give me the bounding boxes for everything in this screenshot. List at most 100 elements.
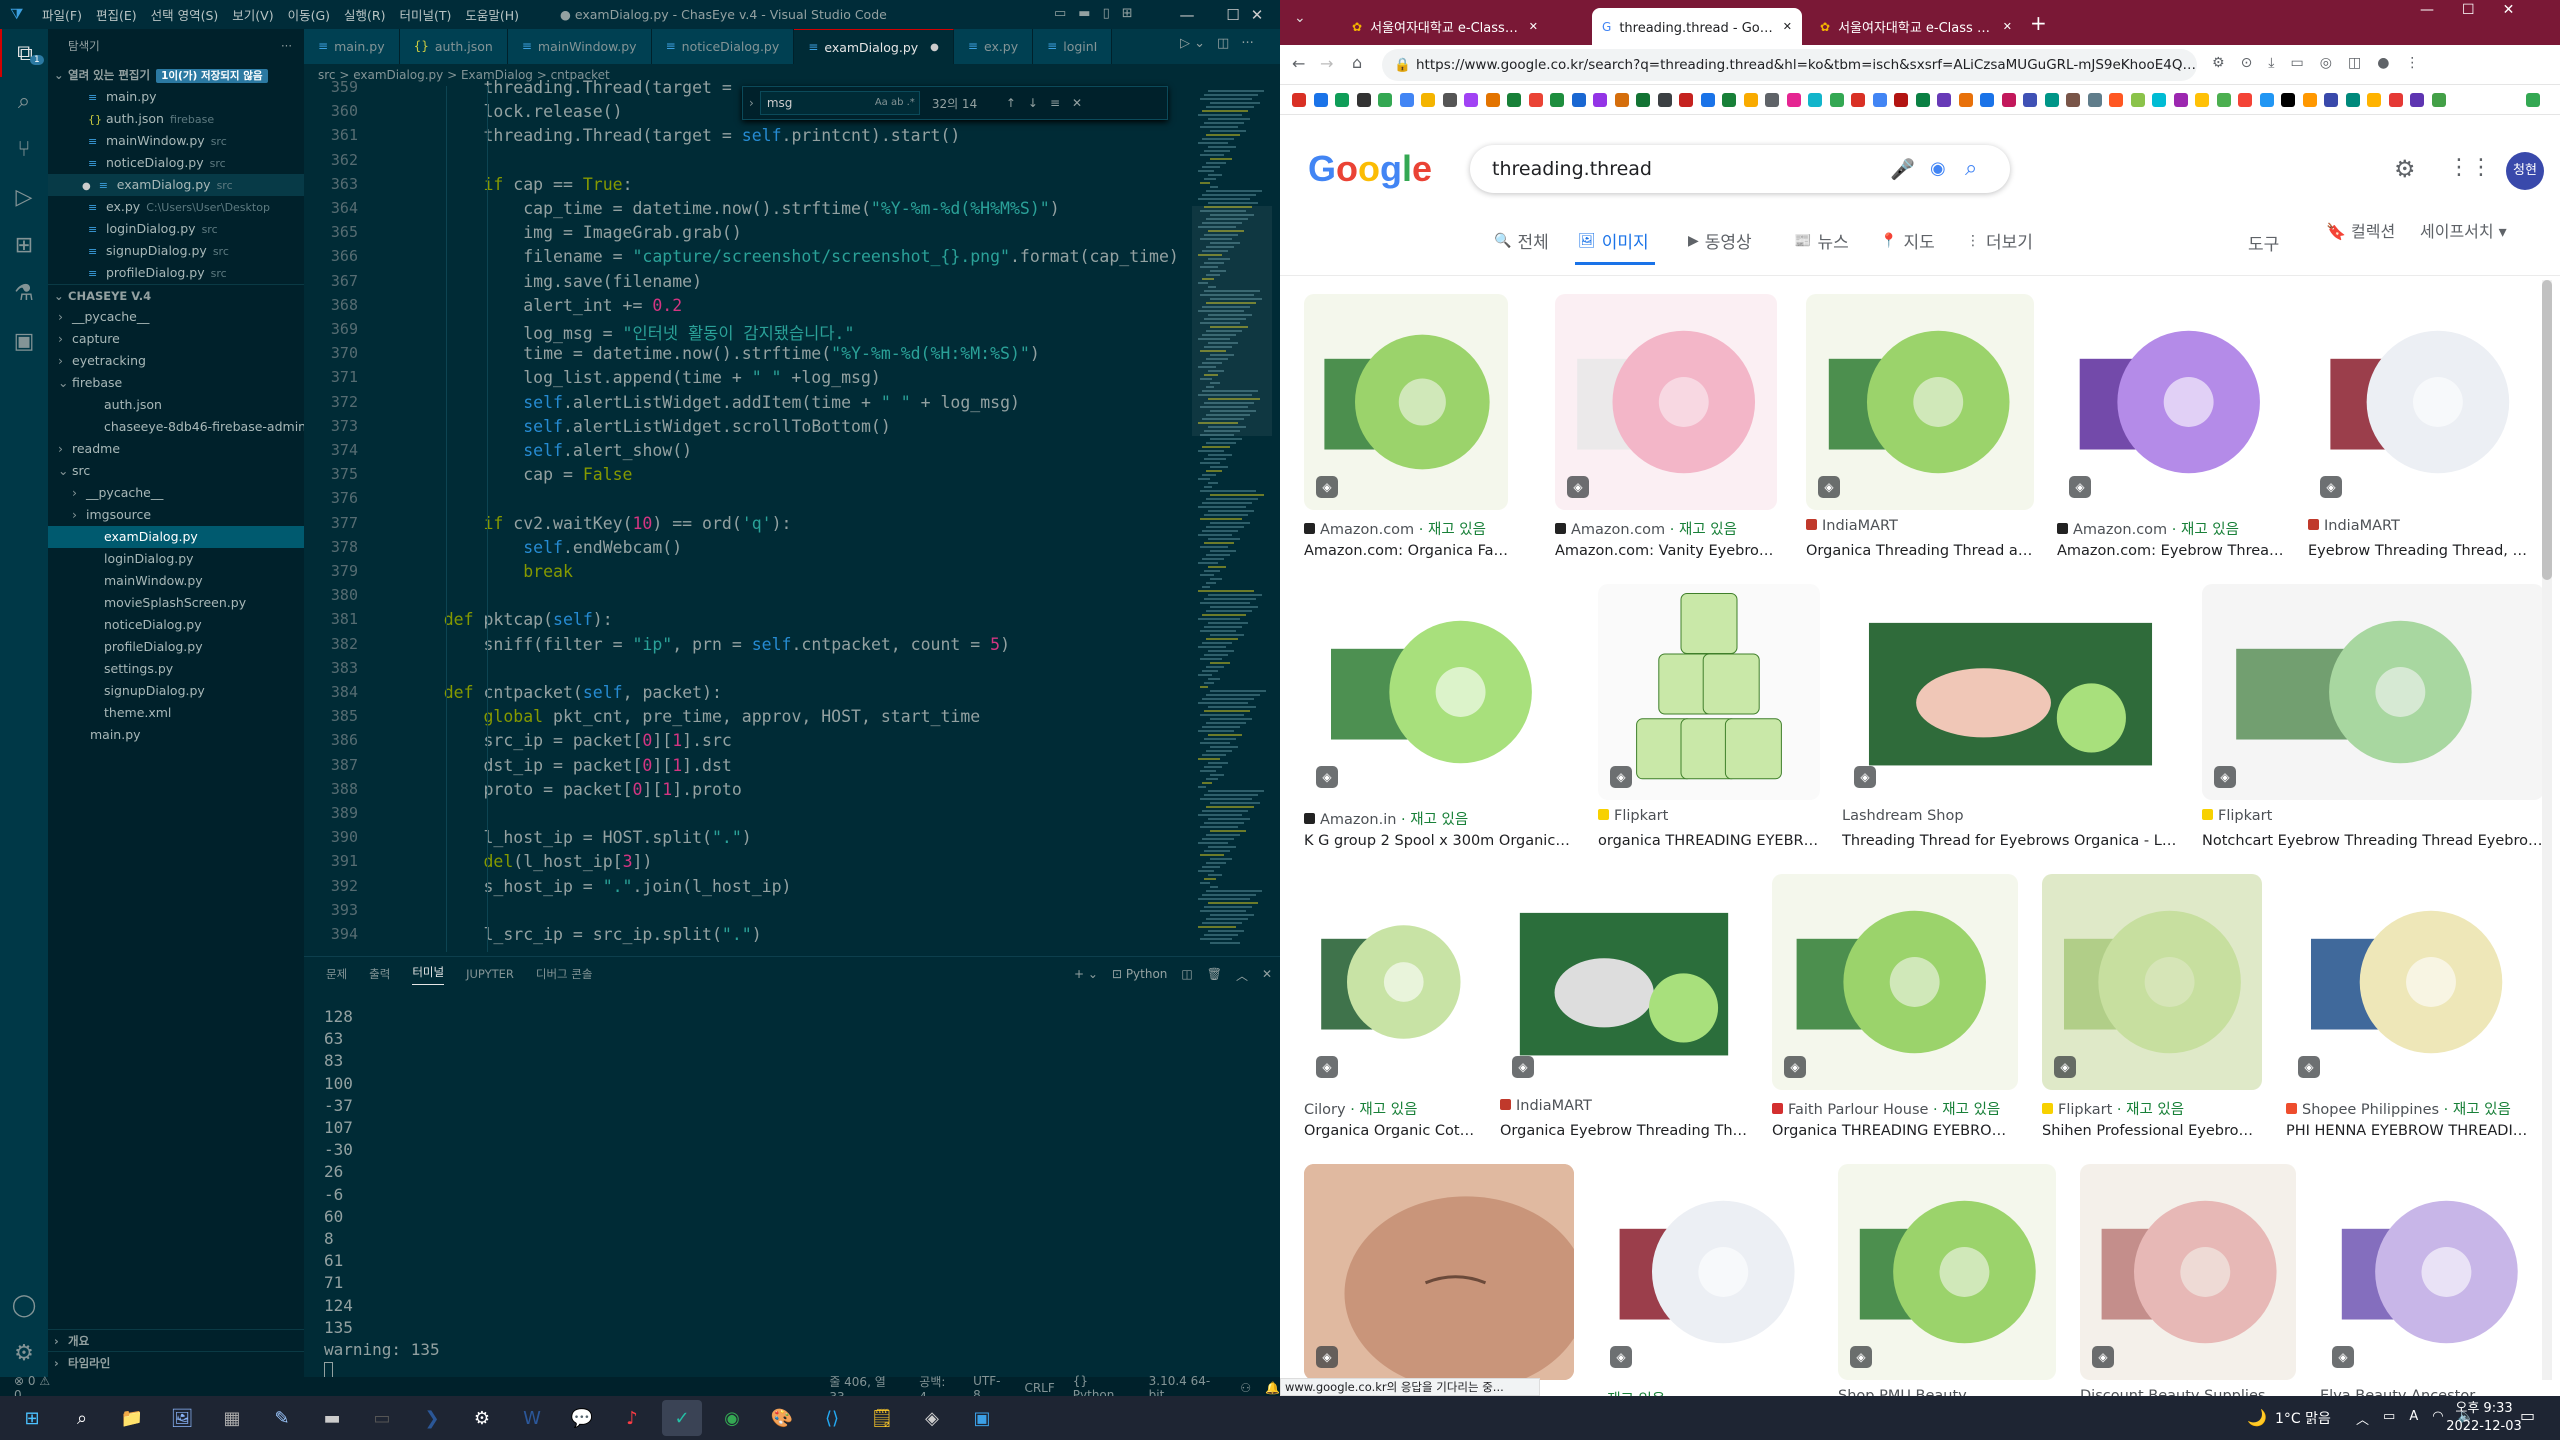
result-thumbnail[interactable]: ◈ [2320,1164,2538,1380]
bookmark-icon[interactable] [2238,93,2252,107]
open-editors-header[interactable]: ⌄ 열려 있는 편집기 1이(가) 저장되지 않음 [48,64,304,86]
chevron-right-icon[interactable]: › [58,350,72,372]
result-thumbnail[interactable]: ◈ [2286,874,2536,1090]
result-source[interactable]: Amazon.in · 재고 있음 [1304,808,1574,829]
notepad-icon[interactable]: ✎ [262,1400,302,1436]
bookmark-icon[interactable] [1894,93,1908,107]
code-line[interactable]: cap = False [404,465,632,484]
code-line[interactable]: log_msg = "인터넷 활동이 감지됐습니다." [404,320,854,344]
bookmark-icon[interactable] [1378,93,1392,107]
eol-status[interactable]: CRLF [1024,1381,1054,1395]
bookmark-icon[interactable] [1335,93,1349,107]
weather-text[interactable]: 1°C 맑음 [2275,1408,2331,1428]
open-editor-item[interactable]: {} auth.json firebase [48,108,304,130]
panel-tab[interactable]: 디버그 콘솔 [536,966,593,982]
result-thumbnail[interactable]: ◈ [1555,294,1777,510]
code-line[interactable]: log_list.append(time + " " +log_msg) [404,368,881,387]
lens-badge-icon[interactable]: ◈ [2069,476,2091,498]
result-title[interactable]: Shihen Professional Eyebrow T... [2042,1123,2262,1139]
bookmark-icon[interactable] [2109,93,2123,107]
code-line[interactable]: self.alertListWidget.scrollToBottom() [404,417,891,436]
folder-item[interactable]: ⌄ firebase [48,372,304,394]
forward-icon[interactable]: → [1320,54,1333,73]
result-thumbnail[interactable]: ◈ [2308,294,2532,510]
terminal-icon[interactable]: ▬ [312,1400,352,1436]
result-source[interactable]: Flipkart [2202,808,2544,824]
kakaotalk-icon[interactable]: 💬 [562,1400,602,1436]
bookmark-icon[interactable] [1571,93,1586,107]
timeline-header[interactable]: › 타임라인 [48,1351,304,1373]
bookmark-icon[interactable] [2345,93,2360,107]
app-icon[interactable]: ◈ [912,1400,952,1436]
folder-item[interactable]: › __pycache__ [48,482,304,504]
bookmark-icon[interactable] [1614,93,1629,107]
run-icon[interactable]: ▷ ⌄ [1180,36,1205,51]
unsaved-dot-icon[interactable]: ● [82,181,91,192]
bookmark-icon[interactable] [2130,93,2145,107]
toggle-panel-icon[interactable]: ▬ [1078,6,1090,21]
minimap-viewport[interactable] [1192,206,1272,436]
bookmark-icon[interactable] [2281,93,2295,107]
image-result[interactable]: ◈ Amazon.com · 재고 있음 Amazon.com: Organica … [1304,294,1508,576]
open-editor-item[interactable]: ≡ ex.py C:\Users\User\Desktop [48,196,304,218]
result-source[interactable]: Flipkart · 재고 있음 [2042,1098,2262,1119]
outline-header[interactable]: › 개요 [48,1329,304,1351]
code-editor[interactable]: 359 threading.Thread(target = 360 lock.r… [304,78,1280,952]
result-title[interactable]: Amazon.com: Vanity Eyebrow ... [1555,543,1777,559]
code-line[interactable]: cap_time = datetime.now().strftime("%Y-%… [404,199,1059,218]
bookmark-icon[interactable] [1765,93,1779,107]
remote-explorer-icon[interactable]: ▣ [0,317,48,365]
chrome-icon[interactable]: ◉ [712,1400,752,1436]
notes-icon[interactable]: 🗒 [862,1400,902,1436]
result-thumbnail[interactable]: ◈ [1304,584,1574,800]
previous-match-icon[interactable]: ↑ [1006,96,1016,110]
terminal-shell-label[interactable]: ⊡ Python [1112,967,1167,984]
editor-tab[interactable]: ≡ mainWindow.py [507,29,652,64]
image-result[interactable]: ◈ Flipkart Notchcart Eyebrow Threading Thr… [2202,584,2544,866]
bookmark-icon[interactable] [1786,93,1801,107]
file-item[interactable]: auth.json [48,394,304,416]
bookmark-icon[interactable] [1679,93,1693,107]
result-source[interactable]: Lashdream Shop [1842,808,2179,824]
manage-gear-icon[interactable]: ⚙ [0,1329,48,1377]
calculator-icon[interactable]: ▦ [212,1400,252,1436]
google-logo[interactable]: Google [1308,148,1432,190]
result-title[interactable]: Amazon.com: Eyebrow Threadi... [2057,543,2284,559]
result-thumbnail[interactable]: ◈ [1838,1164,2056,1380]
result-title[interactable]: Notchcart Eyebrow Threading Thread Eyebr… [2202,833,2544,849]
lens-badge-icon[interactable]: ◈ [1850,1346,1872,1368]
bookmark-icon[interactable] [1292,93,1306,107]
open-editor-item[interactable]: ≡ signupDialog.py src [48,240,304,262]
lens-badge-icon[interactable]: ◈ [2320,476,2342,498]
lens-badge-icon[interactable]: ◈ [1854,766,1876,788]
result-title[interactable]: Organica Organic Cotto... [1304,1123,1476,1139]
profile-icon[interactable]: ● [2377,55,2389,71]
result-thumbnail[interactable]: ◈ [1598,1164,1814,1380]
code-line[interactable]: threading.Thread(target = [404,78,742,97]
source-control-icon[interactable]: ⑂ [0,125,48,173]
open-editor-item[interactable]: ≡ main.py [48,86,304,108]
image-result[interactable]: ◈ Faith Parlour House · 재고 있음 Organica THR… [1772,874,2018,1156]
bookmark-icon[interactable] [1722,93,1736,107]
menu-item[interactable]: 보기(V) [232,5,273,24]
result-source[interactable]: Amazon.com · 재고 있음 [1304,518,1508,539]
panel-tab[interactable]: 출력 [369,966,390,982]
clock[interactable]: 오후 9:33 2022-12-03 [2444,1400,2524,1436]
result-thumbnail[interactable]: ◈ [1598,584,1820,800]
bookmark-icon[interactable] [2152,93,2166,107]
editor-tab[interactable]: ≡ main.py [304,29,400,64]
maximize-panel-icon[interactable]: ︿ [1236,967,1248,984]
bookmark-icon[interactable] [2410,93,2424,107]
result-title[interactable]: PHI HENNA EYEBROW THREADIN... [2286,1123,2536,1139]
chevron-right-icon[interactable]: › [58,438,72,460]
close-find-icon[interactable]: ✕ [1072,96,1082,110]
chevron-down-icon[interactable]: ⌄ [58,460,72,482]
file-item[interactable]: settings.py [48,658,304,680]
wifi-icon[interactable]: ◠ [2432,1409,2443,1428]
result-title[interactable]: Eyebrow Threading Thread, for ... [2308,543,2532,559]
result-thumbnail[interactable]: ◈ [1304,1164,1574,1380]
image-result[interactable]: ◈ Flipkart organica THREADING EYEBRO... [1598,584,1820,866]
bookmark-icon[interactable] [2066,93,2080,107]
bookmark-icon[interactable] [1550,93,1564,107]
lens-badge-icon[interactable]: ◈ [2332,1346,2354,1368]
